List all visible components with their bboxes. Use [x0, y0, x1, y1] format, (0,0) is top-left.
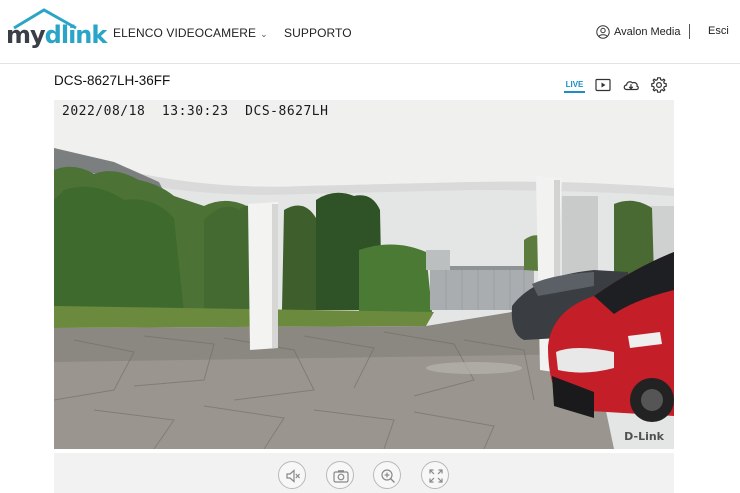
- camera-snapshot-icon: [333, 470, 349, 483]
- cloud-download-icon[interactable]: [622, 76, 640, 94]
- nav-camera-list-label: ELENCO VIDEOCAMERE: [113, 26, 257, 40]
- video-control-bar: [54, 453, 674, 493]
- mydlink-logo[interactable]: mydlink: [6, 8, 107, 52]
- nav-camera-list[interactable]: ELENCO VIDEOCAMERE ⌄: [113, 26, 268, 41]
- user-name: Avalon Media: [614, 26, 681, 38]
- device-title: DCS-8627LH-36FF: [54, 73, 171, 88]
- logo-text-dlink: dlink: [44, 21, 108, 49]
- header-divider: [689, 24, 690, 39]
- user-account[interactable]: Avalon Media: [596, 24, 680, 40]
- camera-scene: [54, 100, 674, 449]
- play-recordings-icon[interactable]: [594, 76, 612, 94]
- fullscreen-icon: [429, 469, 443, 483]
- zoom-in-icon: [381, 469, 395, 483]
- top-navbar: mydlink ELENCO VIDEOCAMERE ⌄ SUPPORTO Ava…: [0, 0, 740, 64]
- chevron-down-icon: ⌄: [260, 29, 268, 39]
- fullscreen-button[interactable]: [421, 461, 449, 489]
- logout-link[interactable]: Esci: [708, 25, 729, 37]
- live-view-button[interactable]: LIVE: [564, 79, 585, 93]
- zoom-in-button[interactable]: [373, 461, 401, 489]
- user-icon: [596, 25, 610, 39]
- logo-text-my: my: [6, 21, 46, 49]
- mute-button[interactable]: [278, 461, 306, 489]
- video-timestamp-overlay: 2022/08/18 13:30:23 DCS-8627LH: [62, 104, 329, 119]
- nav-support[interactable]: SUPPORTO: [284, 26, 352, 40]
- dlink-watermark: D-Link: [624, 430, 664, 443]
- snapshot-button[interactable]: [326, 461, 354, 489]
- speaker-mute-icon: [286, 469, 301, 483]
- live-video-feed[interactable]: 2022/08/18 13:30:23 DCS-8627LH D-Link: [54, 100, 674, 449]
- gear-icon[interactable]: [650, 76, 668, 94]
